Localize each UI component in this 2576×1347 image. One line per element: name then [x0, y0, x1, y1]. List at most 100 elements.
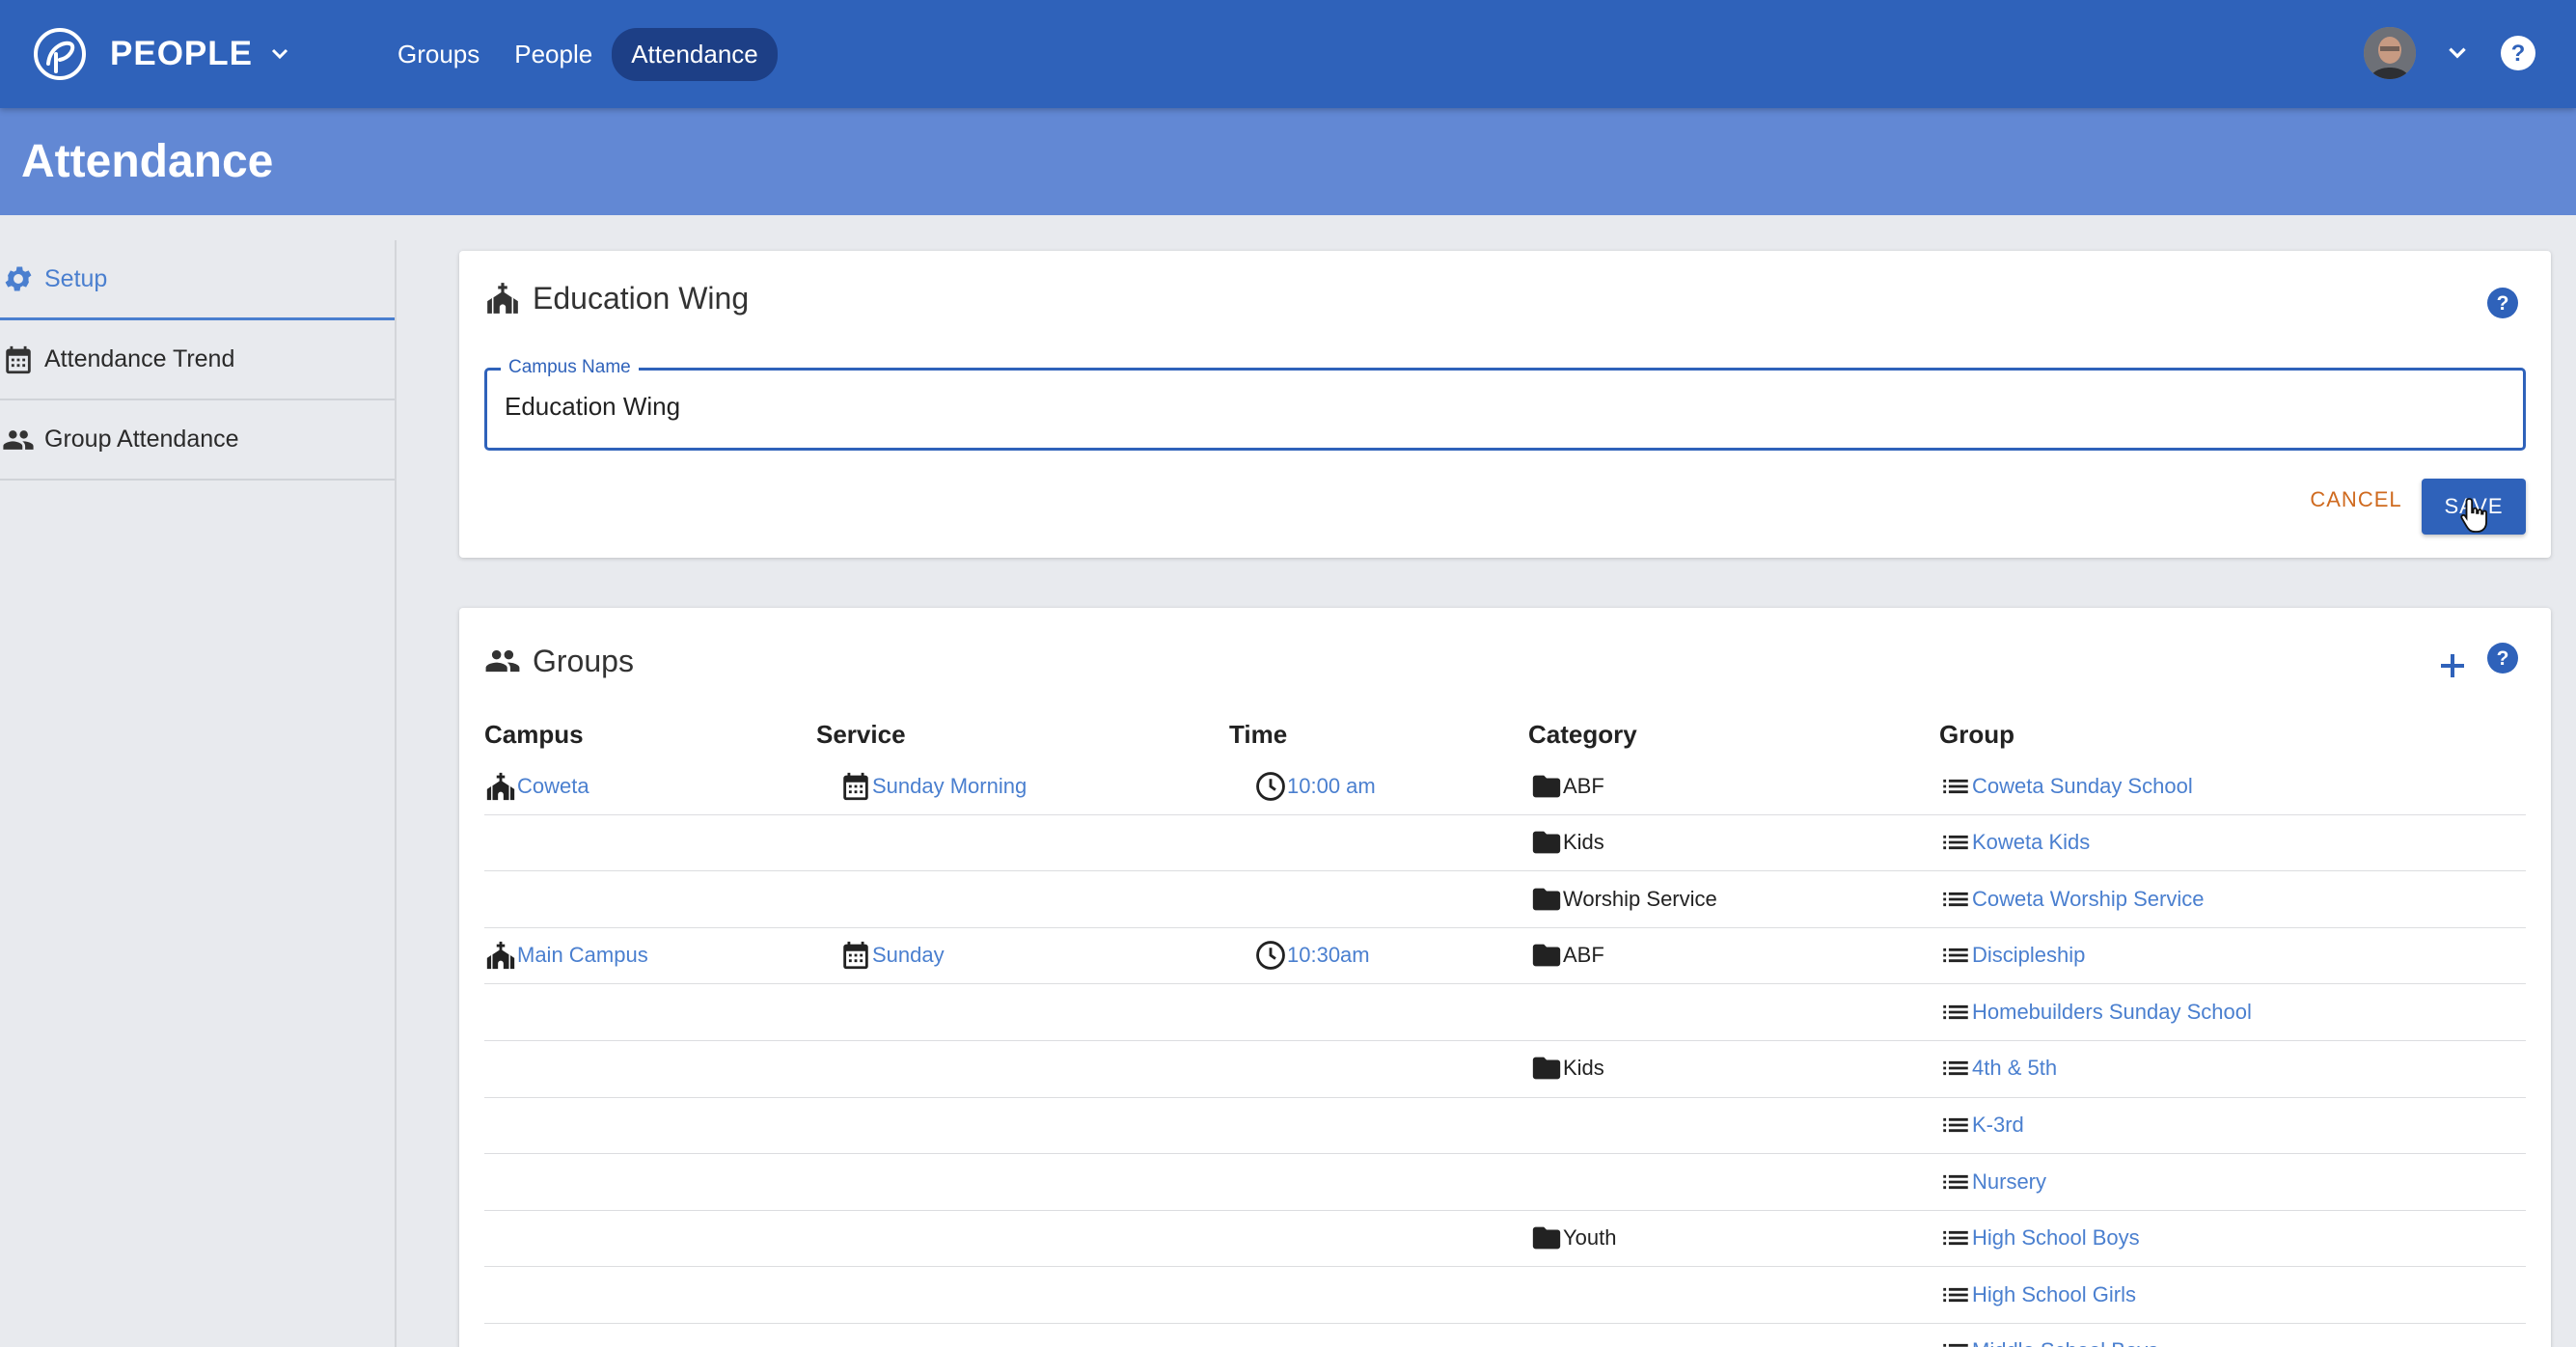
group-link[interactable]: High School Boys: [1972, 1225, 2140, 1251]
user-menu-chevron-icon[interactable]: [2445, 41, 2470, 66]
add-group-icon[interactable]: [2433, 646, 2472, 685]
calendar-icon: [843, 772, 868, 800]
column-header-category: Category: [1528, 720, 1637, 749]
list-icon: [1943, 1061, 1968, 1076]
table-row: Main Campus Sunday 10:30am ABF Discipleship: [484, 928, 2526, 985]
group-link[interactable]: Middle School Boys: [1972, 1338, 2158, 1347]
campus-link[interactable]: Coweta: [517, 774, 589, 799]
svg-text:?: ?: [2511, 41, 2526, 67]
group-link[interactable]: Coweta Sunday School: [1972, 774, 2193, 799]
top-nav-bar: PEOPLE Groups People Attendance ?: [0, 0, 2576, 108]
category-label: Worship Service: [1563, 886, 1717, 911]
clock-icon: [1256, 941, 1285, 971]
church-icon: [486, 942, 515, 970]
campus-edit-card: Education Wing ? Campus Name CANCEL SAVE: [459, 251, 2551, 558]
page-header: Attendance: [0, 108, 2576, 215]
cell-group: High School Boys: [1939, 1211, 2140, 1266]
people-icon: [485, 649, 520, 673]
sidebar-item-attendance-trend[interactable]: Attendance Trend: [0, 320, 395, 400]
app-name: PEOPLE: [110, 35, 253, 72]
sidebar: Setup Attendance Trend Group Attendance: [0, 240, 397, 1347]
nav-groups[interactable]: Groups: [380, 28, 497, 81]
group-link[interactable]: 4th & 5th: [1972, 1056, 2057, 1081]
sidebar-item-setup[interactable]: Setup: [0, 240, 395, 320]
sidebar-item-label: Attendance Trend: [44, 345, 235, 372]
service-link[interactable]: Sunday Morning: [872, 774, 1027, 799]
table-header-row: Campus Service Time Category Group: [484, 714, 2526, 758]
campus-card-title: Education Wing: [533, 280, 750, 316]
category-label: Youth: [1563, 1225, 1617, 1251]
group-link[interactable]: Discipleship: [1972, 943, 2085, 968]
table-row: Homebuilders Sunday School: [484, 984, 2526, 1041]
chevron-down-icon: [271, 48, 288, 60]
cell-group: 4th & 5th: [1939, 1041, 2057, 1096]
sidebar-item-group-attendance[interactable]: Group Attendance: [0, 400, 395, 481]
list-icon: [1943, 892, 1968, 906]
column-header-service: Service: [816, 720, 906, 749]
avatar[interactable]: [2364, 27, 2416, 79]
calendar-icon: [6, 345, 31, 373]
table-body: Coweta Sunday Morning 10:00 am ABF Coweta Su…: [484, 758, 2526, 1347]
sidebar-item-label: Group Attendance: [44, 426, 239, 453]
table-row: Youth High School Boys: [484, 1211, 2526, 1268]
time-link[interactable]: 10:00 am: [1287, 774, 1376, 799]
groups-card-title: Groups: [533, 643, 634, 678]
cell-category: Youth: [1530, 1211, 1616, 1266]
app-logo-icon: [34, 28, 86, 80]
svg-text:?: ?: [2497, 292, 2509, 315]
cancel-button[interactable]: CANCEL: [2305, 473, 2407, 527]
category-label: ABF: [1563, 773, 1604, 798]
groups-table: Campus Service Time Category Group Cowet…: [484, 714, 2526, 1347]
cell-service: Sunday: [839, 928, 945, 983]
user-controls: ?: [2364, 27, 2537, 79]
cell-category: Worship Service: [1530, 871, 1717, 926]
folder-icon: [1532, 1226, 1561, 1250]
cell-category: ABF: [1530, 758, 1604, 813]
campus-name-field: Campus Name: [484, 357, 2526, 451]
table-row: Nursery: [484, 1154, 2526, 1211]
sidebar-item-label: Setup: [44, 264, 108, 292]
service-link[interactable]: Sunday: [872, 943, 945, 968]
cell-service: Sunday Morning: [839, 758, 1027, 813]
hand-cursor-icon: [2460, 498, 2487, 533]
group-link[interactable]: Koweta Kids: [1972, 830, 2090, 855]
group-link[interactable]: Homebuilders Sunday School: [1972, 1000, 2252, 1025]
time-link[interactable]: 10:30am: [1287, 943, 1370, 968]
nav-attendance[interactable]: Attendance: [612, 27, 778, 81]
app-switcher[interactable]: PEOPLE: [31, 25, 291, 83]
cell-campus: Coweta: [484, 758, 589, 813]
help-icon[interactable]: ?: [2485, 641, 2520, 675]
folder-icon: [1532, 831, 1561, 854]
help-icon[interactable]: ?: [2485, 286, 2520, 320]
svg-text:?: ?: [2497, 647, 2509, 670]
gear-icon: [5, 266, 32, 291]
campus-link[interactable]: Main Campus: [517, 943, 648, 968]
cell-group: Koweta Kids: [1939, 815, 2090, 870]
group-link[interactable]: Coweta Worship Service: [1972, 887, 2204, 912]
clock-icon: [1256, 771, 1285, 801]
help-icon[interactable]: ?: [2499, 34, 2537, 72]
group-link[interactable]: High School Girls: [1972, 1282, 2136, 1307]
list-icon: [1943, 1174, 1968, 1189]
list-icon: [1943, 1344, 1968, 1347]
campus-name-input[interactable]: [505, 392, 2492, 422]
church-icon: [487, 283, 518, 314]
cell-time: 10:00 am: [1254, 758, 1376, 813]
group-link[interactable]: Nursery: [1972, 1169, 2046, 1195]
table-row: Worship Service Coweta Worship Service: [484, 871, 2526, 928]
main-nav: Groups People Attendance: [380, 27, 778, 81]
cell-time: 10:30am: [1254, 928, 1370, 983]
groups-card-header: Groups: [484, 643, 634, 679]
cell-category: Kids: [1530, 815, 1604, 870]
cell-group: Discipleship: [1939, 928, 2085, 983]
column-header-time: Time: [1229, 720, 1288, 749]
campus-name-label: Campus Name: [501, 357, 639, 378]
avatar-photo-icon: [2364, 27, 2416, 79]
group-link[interactable]: K-3rd: [1972, 1113, 2024, 1138]
cell-group: High School Girls: [1939, 1267, 2136, 1322]
category-label: ABF: [1563, 943, 1604, 968]
calendar-icon: [843, 942, 868, 970]
table-row: K-3rd: [484, 1098, 2526, 1155]
cell-category: Kids: [1530, 1041, 1604, 1096]
nav-people[interactable]: People: [497, 28, 610, 81]
